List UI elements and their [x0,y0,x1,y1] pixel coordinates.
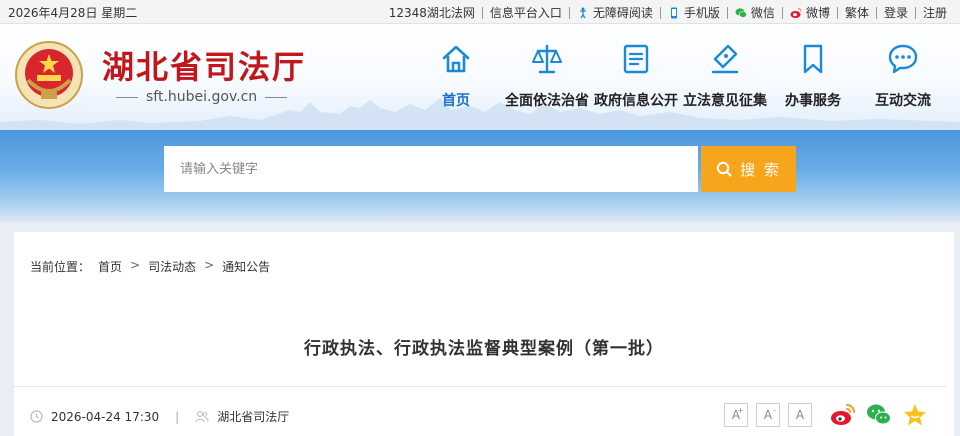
link-traditional[interactable]: 繁体 [838,4,876,21]
plus-mark: + [737,406,744,415]
link-mobile-label: 手机版 [683,6,720,20]
breadcrumb-separator: > [130,258,141,272]
link-weibo-label: 微博 [805,6,830,20]
weibo-icon [790,7,802,18]
link-login-label: 登录 [883,6,908,20]
breadcrumb: 当前位置： 首页 > 司法动态 > 通知公告 [30,258,270,275]
article-title: 行政执法、行政执法监督典型案例（第一批） [304,339,664,359]
nav-gov-info[interactable]: 政府信息公开 [592,42,680,110]
nav-rule-of-law-label: 全面依法治省 [505,93,589,109]
search-band: 搜 索 [0,130,960,222]
clock-icon [30,410,43,423]
nav-home[interactable]: 首页 [434,42,478,110]
font-decrease-button[interactable]: A- [756,403,780,427]
font-decrease-label: A [763,408,773,422]
search-icon [716,161,732,177]
pen-icon [711,44,739,74]
accessibility-icon [579,7,586,18]
breadcrumb-separator: > [204,258,215,272]
search-button-label: 搜 索 [740,160,781,179]
main-nav: 首页 全面依法治省 政府信息公开 立法意见征集 办事服务 互动交流 [0,42,960,130]
user-group-icon [195,411,209,423]
link-register[interactable]: 注册 [916,4,954,21]
article-tools: A + A- A [724,402,928,428]
scales-icon [532,44,562,74]
top-utility-bar: 2026年4月28日 星期二 12348湖北法网 信息平台入口 无障碍阅读 手机… [0,0,960,24]
link-info-platform[interactable]: 信息平台入口 [483,4,569,21]
mobile-icon [670,7,677,18]
article-meta: 2026-04-24 17:30 | 湖北省司法厅 [30,408,289,425]
link-traditional-label: 繁体 [844,6,869,20]
top-links: 12348湖北法网 信息平台入口 无障碍阅读 手机版 微信 微博 繁体 登录 注… [382,4,954,21]
link-12348[interactable]: 12348湖北法网 [382,4,482,21]
favorite-star-icon[interactable] [902,402,928,428]
nav-services[interactable]: 办事服务 [780,42,846,110]
link-mobile[interactable]: 手机版 [661,4,727,21]
link-12348-label: 12348湖北法网 [388,6,475,20]
nav-interaction[interactable]: 互动交流 [868,42,938,110]
link-accessibility-label: 无障碍阅读 [592,6,653,20]
nav-legislation-label: 立法意见征集 [683,93,767,109]
font-default-button[interactable]: A [788,403,812,427]
nav-rule-of-law[interactable]: 全面依法治省 [503,42,591,110]
link-register-label: 注册 [922,6,947,20]
home-icon [442,45,470,73]
search-input[interactable] [164,146,698,192]
nav-home-label: 首页 [442,93,470,109]
article-panel: 当前位置： 首页 > 司法动态 > 通知公告 行政执法、行政执法监督典型案例（第… [14,232,954,436]
nav-legislation[interactable]: 立法意见征集 [681,42,769,110]
nav-interaction-label: 互动交流 [875,93,931,109]
title-divider [14,386,946,387]
font-increase-button[interactable]: A + [724,403,748,427]
chat-icon [888,44,918,74]
search-button[interactable]: 搜 索 [701,146,796,192]
nav-services-label: 办事服务 [785,93,841,109]
link-weibo[interactable]: 微博 [783,4,837,21]
breadcrumb-prefix: 当前位置： [30,260,91,274]
document-icon [623,44,649,74]
meta-separator: | [175,409,180,424]
wechat-share-icon[interactable] [866,402,892,428]
breadcrumb-home[interactable]: 首页 [98,258,122,275]
nav-gov-info-label: 政府信息公开 [594,93,678,109]
minus-mark: - [773,406,776,415]
link-info-platform-label: 信息平台入口 [489,6,562,20]
font-default-label: A [795,408,805,422]
publish-datetime: 2026-04-24 17:30 [51,409,160,424]
link-login[interactable]: 登录 [877,4,915,21]
link-accessibility[interactable]: 无障碍阅读 [570,4,660,21]
weibo-share-icon[interactable] [830,402,856,428]
link-wechat[interactable]: 微信 [728,4,782,21]
current-date: 2026年4月28日 星期二 [8,6,138,20]
link-wechat-label: 微信 [750,6,775,20]
wechat-icon [735,7,747,18]
breadcrumb-notices[interactable]: 通知公告 [222,258,270,275]
bookmark-icon [803,44,823,74]
article-source: 湖北省司法厅 [217,410,290,424]
breadcrumb-judicial-news[interactable]: 司法动态 [148,258,196,275]
site-header: 湖北省司法厅 sft.hubei.gov.cn 首页 全面依法治省 政府信息公开… [0,24,960,130]
